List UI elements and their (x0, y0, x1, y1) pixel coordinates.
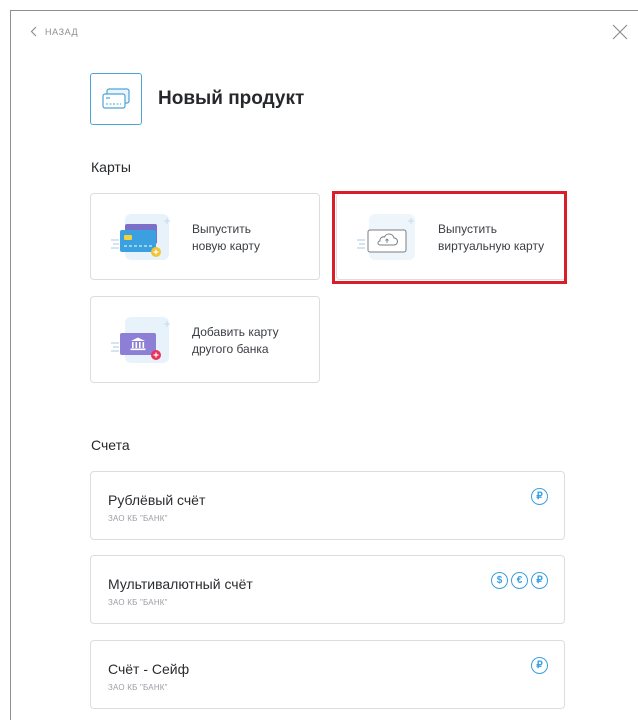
account-name: Счёт - Сейф (108, 661, 190, 677)
ruble-account-item[interactable]: Рублёвый счёт ЗАО КБ "БАНК" ₽ (90, 471, 565, 540)
currency-badges: ₽ (531, 488, 548, 505)
ruble-icon: ₽ (531, 572, 548, 589)
account-bank: ЗАО КБ "БАНК" (108, 598, 168, 607)
issue-virtual-card-label: Выпустить виртуальную карту (438, 222, 545, 253)
cards-section-title: Карты (91, 159, 131, 175)
dollar-icon: $ (491, 572, 508, 589)
account-name: Мультивалютный счёт (108, 576, 253, 592)
safe-account-item[interactable]: Счёт - Сейф ЗАО КБ "БАНК" ₽ (90, 640, 565, 709)
bank-card-icon (111, 317, 170, 363)
account-name: Рублёвый счёт (108, 492, 206, 508)
ruble-icon: ₽ (531, 488, 548, 505)
account-bank: ЗАО КБ "БАНК" (108, 683, 168, 692)
new-card-icon (111, 214, 170, 260)
issue-new-card-label: Выпустить новую карту (192, 222, 260, 253)
chevron-left-icon (30, 26, 37, 37)
account-bank: ЗАО КБ "БАНК" (108, 514, 168, 523)
close-button[interactable] (612, 24, 628, 45)
multicurrency-account-item[interactable]: Мультивалютный счёт ЗАО КБ "БАНК" $ € ₽ (90, 555, 565, 624)
back-label: НАЗАД (45, 26, 79, 37)
ruble-icon: ₽ (531, 657, 548, 674)
back-button[interactable]: НАЗАД (30, 26, 78, 37)
page-title: Новый продукт (158, 88, 305, 109)
add-other-bank-card-label: Добавить карту другого банка (192, 325, 279, 356)
issue-new-card-tile[interactable]: Выпустить новую карту (90, 193, 320, 280)
cards-icon (90, 73, 142, 125)
issue-virtual-card-tile[interactable]: Выпустить виртуальную карту (336, 193, 566, 280)
euro-icon: € (511, 572, 528, 589)
virtual-card-icon (357, 214, 415, 260)
page-header: Новый продукт (90, 73, 304, 125)
add-other-bank-card-tile[interactable]: Добавить карту другого банка (90, 296, 320, 383)
close-icon (612, 24, 628, 40)
currency-badges: ₽ (531, 657, 548, 674)
currency-badges: $ € ₽ (491, 572, 548, 589)
accounts-section-title: Счета (91, 437, 130, 453)
